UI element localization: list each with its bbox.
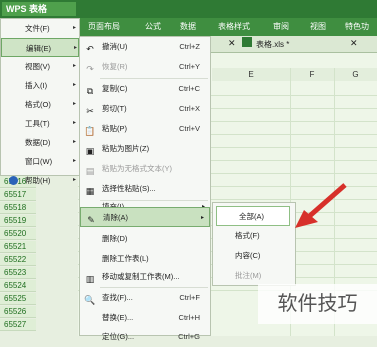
edit-menu: ↶ 撤消(U) Ctrl+Z ↷ 恢复(R) Ctrl+Y ⧉ 复制(C) Ctrl+C ✂… <box>79 36 211 341</box>
menu-item-format[interactable]: 格式(O) ▸ <box>1 95 79 114</box>
menu-item-move-copy-sheet[interactable]: ▥ 移动或复制工作表(M)... <box>80 267 210 287</box>
column-header-e[interactable]: E <box>212 68 291 81</box>
chevron-right-icon: ▸ <box>73 120 77 126</box>
menu-item-goto[interactable]: 定位(G)... Ctrl+G <box>80 327 210 347</box>
search-icon: 🔍 <box>84 295 96 305</box>
main-menu: 文件(F) ▸ 编辑(E) ▸ 视图(V) ▸ 插入(I) ▸ 格式(O) ▸ 工具(T)… <box>0 18 80 185</box>
menu-item-paste-as-image[interactable]: ▣ 粘贴为图片(Z) <box>80 139 210 159</box>
menu-item-insert[interactable]: 插入(I) ▸ <box>1 76 79 95</box>
column-header-f[interactable]: F <box>290 68 335 81</box>
chevron-right-icon: ▸ <box>200 215 204 221</box>
copy-icon: ⧉ <box>86 86 94 96</box>
menu-item-paste-plain-text[interactable]: ▤ 粘贴为无格式文本(Y) <box>80 159 210 179</box>
menu-item-paste-special[interactable]: ▦ 选择性粘贴(S)... <box>80 179 210 199</box>
menu-item-clear-comments[interactable]: 批注(M) <box>213 266 295 286</box>
tab-view[interactable]: 视图 <box>310 18 326 36</box>
row-number[interactable]: 65527 <box>0 319 36 331</box>
row-number[interactable]: 65523 <box>0 267 36 279</box>
spreadsheet-file-icon <box>242 37 252 47</box>
tab-data[interactable]: 数据 <box>180 18 196 36</box>
menu-item-window[interactable]: 窗口(W) ▸ <box>1 152 79 171</box>
row-number[interactable]: 65525 <box>0 293 36 305</box>
tab-page-layout[interactable]: 页面布局 <box>88 18 120 36</box>
close-icon[interactable]: ✕ <box>228 38 236 49</box>
menu-item-redo[interactable]: ↷ 恢复(R) Ctrl+Y <box>80 57 210 77</box>
menu-item-view[interactable]: 视图(V) ▸ <box>1 57 79 76</box>
menu-item-replace[interactable]: 替换(E)... Ctrl+H <box>80 308 210 328</box>
app-menu-button[interactable]: WPS 表格 <box>2 2 76 16</box>
menu-item-data[interactable]: 数据(D) ▸ <box>1 133 79 152</box>
chevron-right-icon: ▸ <box>73 177 77 183</box>
tab-table-style[interactable]: 表格样式 <box>218 18 250 36</box>
undo-icon: ↶ <box>86 44 94 54</box>
row-number[interactable]: 65524 <box>0 280 36 292</box>
menu-item-paste[interactable]: 📋 粘贴(P) Ctrl+V <box>80 119 210 139</box>
paste-image-icon: ▣ <box>85 146 95 156</box>
chevron-right-icon: ▸ <box>73 63 77 69</box>
paste-icon: 📋 <box>84 126 96 136</box>
chevron-right-icon: ▸ <box>73 25 77 31</box>
chevron-right-icon: ▸ <box>73 158 77 164</box>
row-number[interactable]: 65521 <box>0 241 36 253</box>
menu-item-clear-all[interactable]: 全部(A) <box>216 206 290 226</box>
redo-icon: ↷ <box>86 64 94 74</box>
tab-special[interactable]: 特色功 <box>345 18 369 36</box>
row-number[interactable]: 65522 <box>0 254 36 266</box>
chevron-right-icon: ▸ <box>74 45 78 51</box>
move-sheet-icon: ▥ <box>85 274 95 284</box>
menu-item-cut[interactable]: ✂ 剪切(T) Ctrl+X <box>80 99 210 119</box>
cut-icon: ✂ <box>86 106 94 116</box>
row-number[interactable]: 65526 <box>0 306 36 318</box>
menu-item-clear-contents[interactable]: 内容(C) <box>213 246 295 266</box>
chevron-right-icon: ▸ <box>73 139 77 145</box>
menu-item-edit[interactable]: 编辑(E) ▸ <box>1 38 79 57</box>
pointer-arrow-icon <box>295 183 347 228</box>
row-number[interactable]: 65518 <box>0 202 36 214</box>
menu-item-delete[interactable]: 删除(D) <box>80 229 210 249</box>
menu-item-clear[interactable]: ✎ 清除(A) ▸ <box>80 207 210 227</box>
tab-formula[interactable]: 公式 <box>145 18 161 36</box>
eraser-icon: ✎ <box>87 215 95 225</box>
menu-item-help[interactable]: 帮助(H) ▸ <box>1 171 79 190</box>
menu-item-file[interactable]: 文件(F) ▸ <box>1 19 79 38</box>
menu-item-clear-formats[interactable]: 格式(F) <box>213 226 295 246</box>
row-number[interactable]: 65520 <box>0 228 36 240</box>
row-number[interactable]: 65519 <box>0 215 36 227</box>
help-icon <box>9 176 18 185</box>
chevron-right-icon: ▸ <box>73 82 77 88</box>
document-tab[interactable]: 表格.xls * <box>256 39 289 50</box>
menu-item-copy[interactable]: ⧉ 复制(C) Ctrl+C <box>80 79 210 99</box>
tab-review[interactable]: 审阅 <box>273 18 289 36</box>
column-header-g[interactable]: G <box>334 68 377 81</box>
chevron-right-icon: ▸ <box>73 101 77 107</box>
close-icon[interactable]: ✕ <box>350 38 358 49</box>
clear-submenu: 全部(A) 格式(F) 内容(C) 批注(M) <box>212 202 296 286</box>
row-number[interactable]: 65517 <box>0 189 36 201</box>
paste-text-icon: ▤ <box>85 166 95 176</box>
watermark: 软件技巧 <box>258 284 377 324</box>
menu-item-delete-sheet[interactable]: 删除工作表(L) <box>80 249 210 269</box>
paste-special-icon: ▦ <box>85 186 95 196</box>
menu-item-tools[interactable]: 工具(T) ▸ <box>1 114 79 133</box>
menu-item-find[interactable]: 🔍 查找(F)... Ctrl+F <box>80 288 210 308</box>
menu-item-undo[interactable]: ↶ 撤消(U) Ctrl+Z <box>80 37 210 57</box>
